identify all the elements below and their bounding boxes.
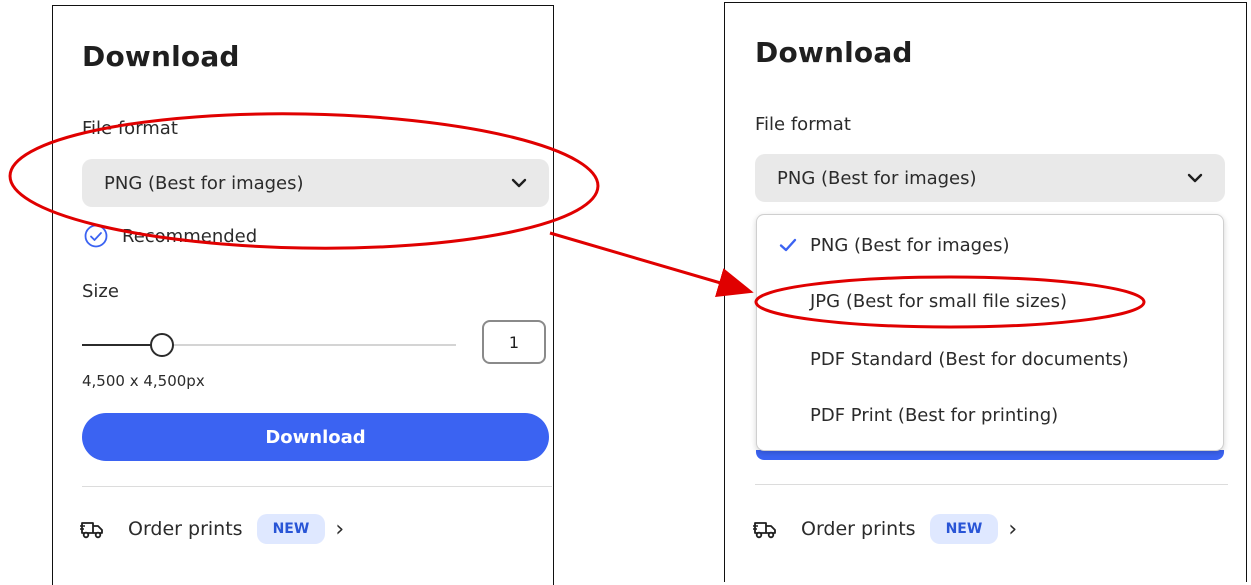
- file-format-value: PNG (Best for images): [777, 167, 977, 189]
- menu-item-label: JPG (Best for small file sizes): [810, 290, 1068, 312]
- order-prints-label: Order prints: [128, 518, 243, 540]
- new-badge: NEW: [929, 514, 999, 544]
- slider-track: [164, 344, 456, 346]
- divider: [755, 484, 1228, 485]
- size-label: Size: [82, 281, 119, 302]
- truck-icon: [753, 522, 776, 539]
- file-format-label: File format: [82, 118, 178, 139]
- order-prints-label: Order prints: [801, 518, 916, 540]
- download-button-peek: [756, 450, 1224, 460]
- recommended-indicator: Recommended: [84, 224, 257, 248]
- menu-item-label: PNG (Best for images): [810, 234, 1010, 256]
- recommended-label: Recommended: [122, 225, 258, 247]
- chevron-right-icon: ›: [1008, 516, 1018, 542]
- download-panel-left: [52, 5, 554, 585]
- check-circle-icon: [84, 224, 108, 248]
- file-format-select[interactable]: PNG (Best for images): [82, 159, 549, 207]
- menu-item-jpg[interactable]: JPG (Best for small file sizes): [757, 281, 1223, 321]
- file-format-label: File format: [755, 114, 851, 135]
- menu-item-png[interactable]: PNG (Best for images): [757, 225, 1223, 265]
- slider-thumb[interactable]: [150, 333, 174, 357]
- size-slider[interactable]: [82, 333, 456, 357]
- truck-icon: [80, 522, 103, 539]
- dimensions-text: 4,500 x 4,500px: [82, 372, 205, 390]
- order-prints-row[interactable]: Order prints NEW ›: [753, 514, 1017, 544]
- file-format-select[interactable]: PNG (Best for images): [755, 154, 1225, 202]
- chevron-right-icon: ›: [335, 516, 345, 542]
- chevron-down-icon: [1187, 173, 1203, 183]
- annotation-arrow: [549, 231, 754, 297]
- download-button[interactable]: Download: [82, 413, 549, 461]
- chevron-down-icon: [511, 178, 527, 188]
- checkmark-icon: [779, 238, 797, 252]
- new-badge: NEW: [256, 514, 326, 544]
- file-format-value: PNG (Best for images): [104, 172, 304, 194]
- menu-item-label: PDF Print (Best for printing): [810, 404, 1059, 426]
- order-prints-row[interactable]: Order prints NEW ›: [80, 514, 344, 544]
- panel-title: Download: [82, 40, 240, 73]
- file-format-menu: PNG (Best for images) JPG (Best for smal…: [756, 214, 1224, 451]
- slider-fill: [82, 344, 152, 346]
- menu-item-pdf-print[interactable]: PDF Print (Best for printing): [757, 395, 1223, 435]
- divider: [82, 486, 552, 487]
- panel-title: Download: [755, 36, 913, 69]
- size-input[interactable]: 1: [482, 320, 546, 364]
- menu-item-pdf-standard[interactable]: PDF Standard (Best for documents): [757, 339, 1223, 379]
- menu-item-label: PDF Standard (Best for documents): [810, 348, 1129, 370]
